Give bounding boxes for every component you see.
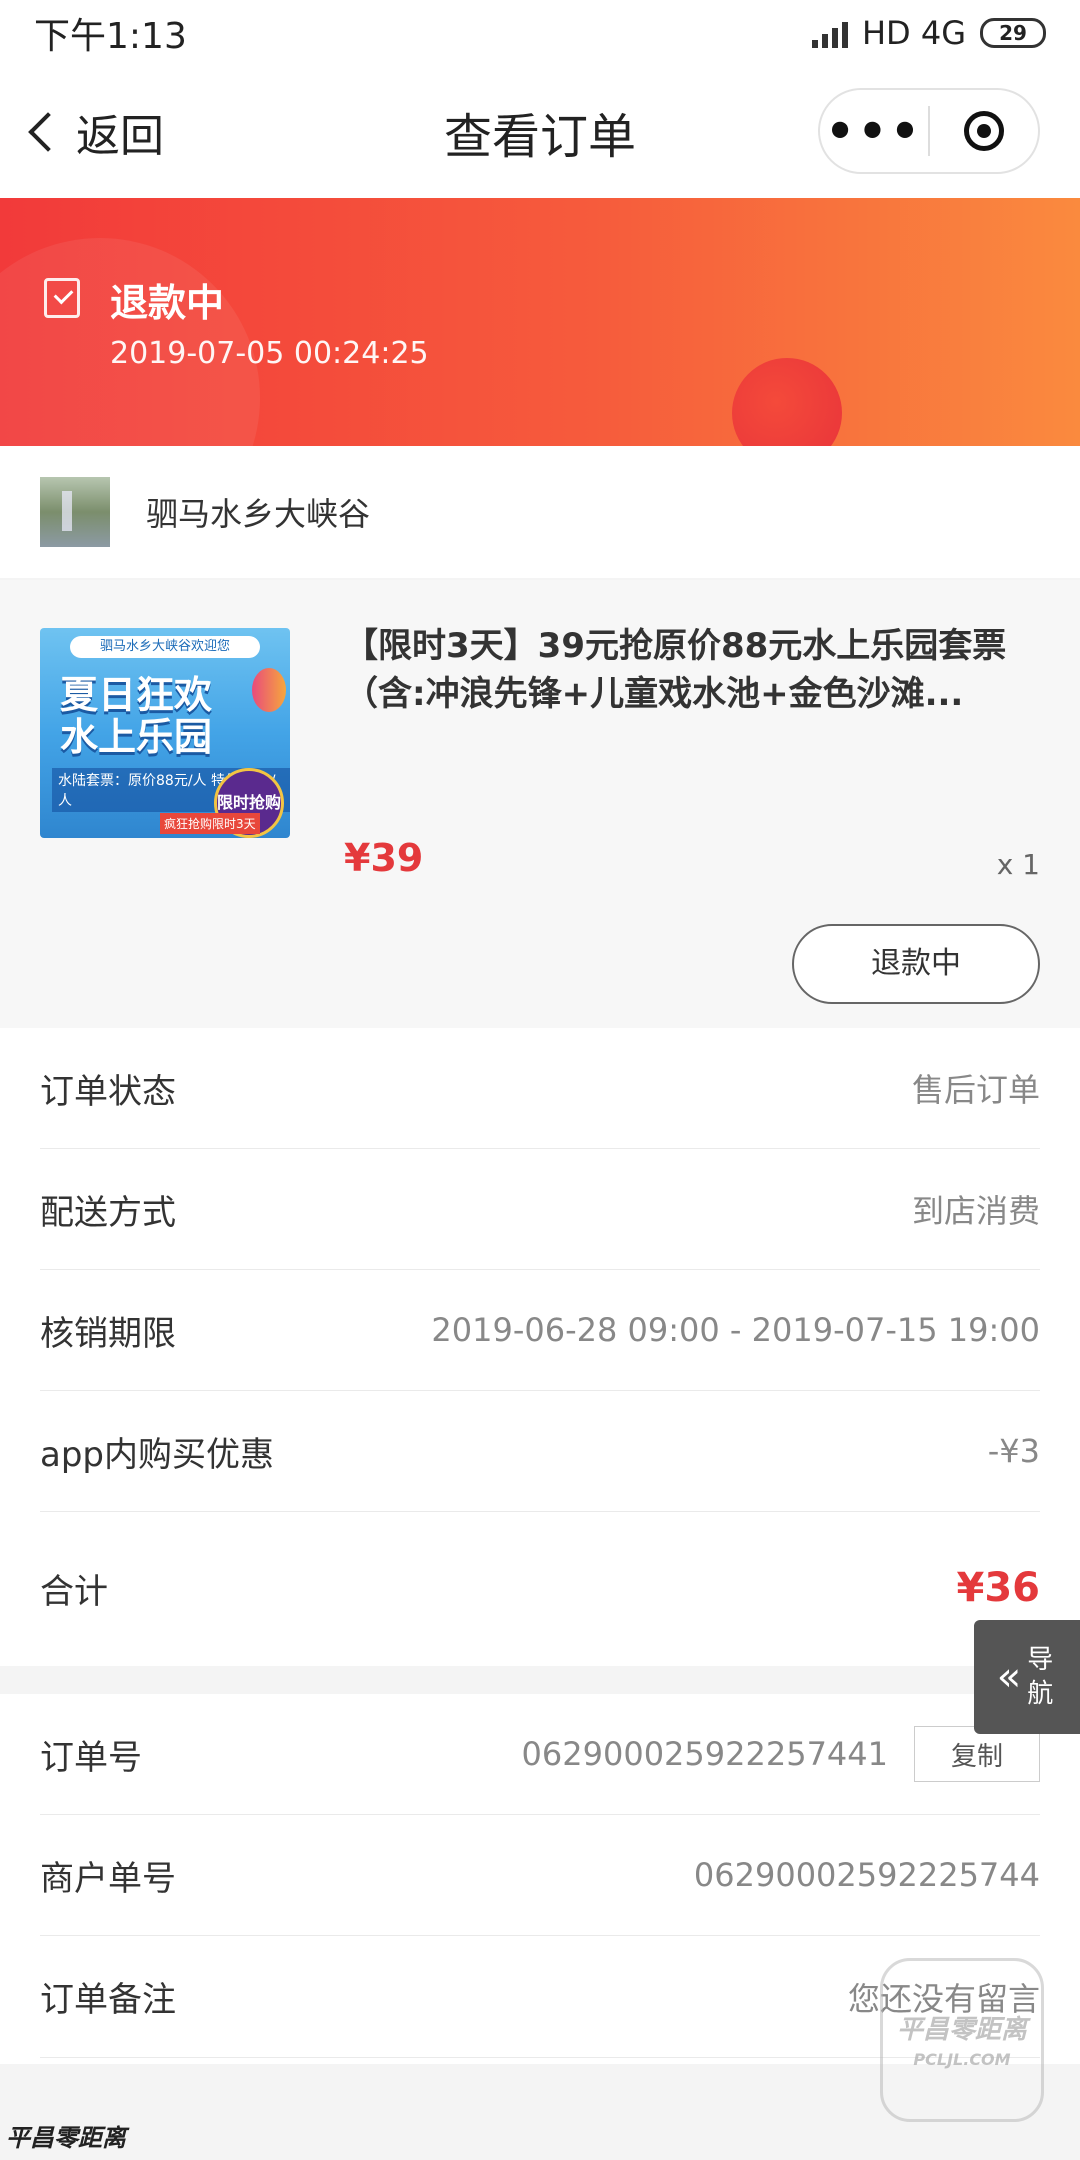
- info-value: 售后订单: [911, 1071, 1040, 1109]
- chevron-left-icon: [28, 112, 68, 152]
- info-value: 到店消费: [911, 1192, 1040, 1230]
- info-label: 核销期限: [40, 1313, 176, 1354]
- back-label: 返回: [76, 111, 164, 162]
- battery-level: 29: [999, 21, 1027, 45]
- battery-icon: 29: [980, 18, 1046, 48]
- info-row-status: 订单状态 售后订单: [40, 1028, 1040, 1149]
- info-label: 订单状态: [40, 1071, 176, 1112]
- nav-bar: 返回 查看订单 •••: [0, 66, 1080, 198]
- shop-thumbnail: [40, 477, 110, 547]
- info-value: 2019-06-28 09:00 - 2019-07-15 19:00: [431, 1311, 1040, 1349]
- order-number: 062900025922257441: [521, 1735, 888, 1773]
- order-status-text: 退款中: [110, 281, 225, 325]
- info-label: 合计: [40, 1571, 108, 1612]
- side-nav-label: 导航: [1027, 1645, 1054, 1709]
- info-label: 订单备注: [40, 1980, 176, 2020]
- info-label: 订单号: [40, 1737, 142, 1778]
- product-image-ribbon: 疯狂抢购限时3天: [160, 813, 260, 834]
- product-item[interactable]: 驷马水乡大峡谷欢迎您 夏日狂欢 水上乐园 水陆套票：原价88元/人 特价39元/…: [0, 580, 1080, 1028]
- info-row-total: 合计 ¥36: [40, 1512, 1040, 1664]
- status-indicators: HD 4G 29: [811, 14, 1046, 52]
- copy-button[interactable]: 复制: [914, 1726, 1040, 1782]
- watermark-url: PCLJL.COM: [913, 2050, 1011, 2069]
- product-title: 【限时3天】39元抢原价88元水上乐园套票（含:冲浪先锋+儿童戏水池+金色沙滩.…: [344, 626, 1007, 714]
- shop-name: 驷马水乡大峡谷: [146, 495, 371, 533]
- total-amount: ¥36: [956, 1565, 1041, 1611]
- order-number-group: 062900025922257441 复制: [522, 1726, 1040, 1782]
- double-chevron-left-icon: «: [996, 1654, 1022, 1700]
- decor-circle: [732, 358, 842, 446]
- status-bar: 下午1:13 HD 4G 29: [0, 0, 1080, 66]
- product-price: ¥39: [344, 836, 424, 880]
- product-quantity: x 1: [996, 848, 1040, 881]
- watermark-text: 平昌零距离: [896, 2015, 1027, 2045]
- info-label: app内购买优惠: [40, 1434, 274, 1475]
- order-status-time: 2019-07-05 00:24:25: [110, 336, 429, 371]
- status-time: 下午1:13: [34, 16, 187, 57]
- order-info-list: 订单状态 售后订单 配送方式 到店消费 核销期限 2019-06-28 09:0…: [0, 1028, 1080, 1666]
- refund-status-button[interactable]: 退款中: [792, 924, 1040, 1004]
- info-label: 商户单号: [40, 1858, 176, 1899]
- info-row-validity: 核销期限 2019-06-28 09:00 - 2019-07-15 19:00: [40, 1270, 1040, 1391]
- balloon-icon: [252, 668, 286, 712]
- product-image-caption: 驷马水乡大峡谷欢迎您: [70, 636, 260, 658]
- side-nav-button[interactable]: « 导航: [974, 1620, 1080, 1734]
- shop-row[interactable]: 驷马水乡大峡谷: [0, 446, 1080, 578]
- info-row-delivery: 配送方式 到店消费: [40, 1149, 1040, 1270]
- order-status-banner: 退款中 2019-07-05 00:24:25: [0, 198, 1080, 446]
- more-button[interactable]: •••: [820, 88, 928, 174]
- product-image-headline: 水上乐园: [60, 715, 213, 759]
- info-row-discount: app内购买优惠 -¥3: [40, 1391, 1040, 1512]
- clipboard-check-icon: [44, 278, 80, 318]
- info-row-merchant-number: 商户单号 06290002592225744: [40, 1815, 1040, 1936]
- info-row-order-number: 订单号 062900025922257441 复制: [40, 1694, 1040, 1815]
- merchant-order-number: 06290002592225744: [693, 1856, 1040, 1894]
- info-label: 配送方式: [40, 1192, 176, 1233]
- target-icon: [964, 111, 1004, 151]
- signal-icon: [811, 18, 848, 48]
- network-type: HD 4G: [861, 14, 966, 52]
- watermark-logo: 平昌零距离 PCLJL.COM: [880, 1958, 1044, 2122]
- close-button[interactable]: [930, 111, 1038, 151]
- product-image: 驷马水乡大峡谷欢迎您 夏日狂欢 水上乐园 水陆套票：原价88元/人 特价39元/…: [40, 628, 290, 838]
- back-button[interactable]: 返回: [20, 100, 164, 164]
- mini-program-capsule: •••: [818, 88, 1040, 174]
- watermark-caption: 平昌零距离: [6, 2124, 126, 2152]
- info-value: -¥3: [987, 1432, 1040, 1470]
